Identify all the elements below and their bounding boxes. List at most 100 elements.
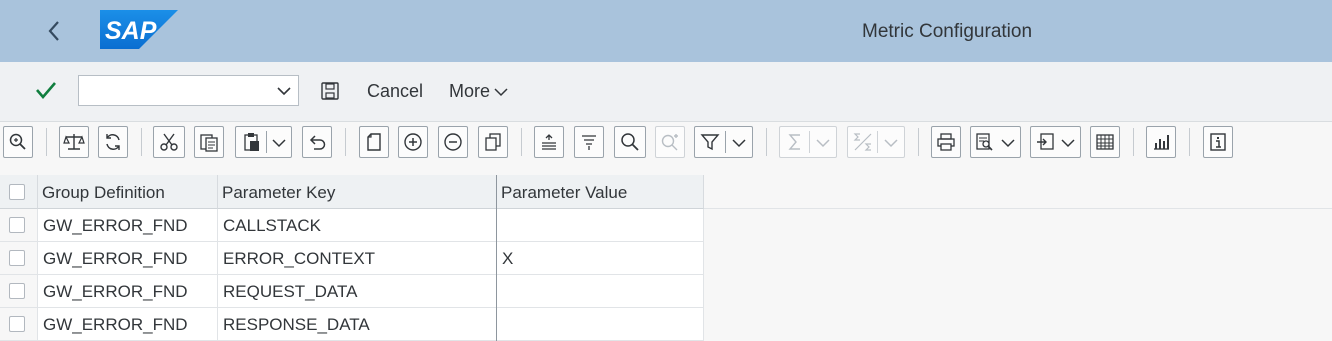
info-button[interactable] — [1203, 126, 1233, 158]
layout-icon — [1096, 134, 1114, 150]
sum-icon — [788, 134, 800, 150]
chevron-down-icon[interactable] — [276, 83, 292, 99]
refresh-icon — [106, 134, 120, 150]
insert-row-icon — [404, 133, 422, 151]
zoom-icon — [9, 133, 26, 150]
filter-icon — [700, 134, 720, 151]
undo-icon — [309, 135, 326, 150]
find-next-button[interactable] — [655, 126, 685, 158]
table-cell-group[interactable]: GW_ERROR_FND — [38, 242, 218, 275]
table-cell-value[interactable] — [497, 209, 704, 242]
sum-menu-button[interactable] — [779, 126, 837, 158]
toolbar-separator — [46, 128, 47, 156]
toolbar-separator — [918, 128, 919, 156]
copy-icon — [200, 134, 218, 152]
find-button[interactable] — [614, 126, 646, 158]
chevron-left-icon — [48, 21, 59, 41]
back-button[interactable] — [38, 14, 70, 48]
row-checkbox[interactable] — [9, 250, 25, 266]
print-icon — [937, 133, 955, 151]
find-icon — [621, 133, 639, 151]
filter-menu-button[interactable] — [694, 126, 753, 158]
page-title: Metric Configuration — [862, 21, 1033, 42]
toolbar-separator — [766, 128, 767, 156]
accept-button[interactable] — [35, 80, 57, 105]
chevron-down-icon — [272, 139, 286, 148]
cancel-button[interactable]: Cancel — [367, 81, 423, 102]
chevron-down-icon — [884, 139, 898, 148]
details-button[interactable] — [3, 126, 33, 158]
sort-descending-button[interactable] — [574, 126, 604, 158]
command-field[interactable] — [78, 75, 299, 106]
subtotal-icon — [853, 133, 872, 151]
table-cell-value[interactable] — [497, 308, 704, 341]
insert-row-button[interactable] — [398, 126, 428, 158]
sap-logo: SAP — [100, 10, 178, 49]
chart-icon — [1154, 135, 1169, 150]
check-entries-button[interactable] — [59, 126, 89, 158]
delete-row-icon — [444, 133, 462, 151]
column-header-parameter-key[interactable]: Parameter Key — [218, 175, 497, 209]
toolbar-separator — [1133, 128, 1134, 156]
table-cell-group[interactable]: GW_ERROR_FND — [38, 209, 218, 242]
balance-icon — [63, 134, 85, 150]
paste-icon — [244, 133, 259, 151]
column-header-parameter-value[interactable]: Parameter Value — [497, 175, 704, 209]
chevron-down-icon — [1061, 139, 1075, 148]
header-divider — [704, 208, 1332, 209]
save-icon — [321, 82, 339, 100]
print-preview-menu-button[interactable] — [970, 126, 1021, 158]
table-cell-key[interactable]: REQUEST_DATA — [218, 275, 497, 308]
save-button[interactable] — [319, 80, 341, 102]
column-divider — [496, 175, 497, 341]
new-icon — [367, 133, 381, 151]
subtotal-menu-button[interactable] — [847, 126, 905, 158]
select-all-checkbox[interactable] — [9, 184, 25, 200]
table-cell-group[interactable]: GW_ERROR_FND — [38, 275, 218, 308]
more-button[interactable]: More — [449, 81, 508, 102]
duplicate-row-button[interactable] — [478, 126, 508, 158]
row-checkbox[interactable] — [9, 283, 25, 299]
row-selector — [0, 308, 38, 341]
row-checkbox[interactable] — [9, 316, 25, 332]
chevron-down-icon — [1001, 139, 1015, 148]
row-selector — [0, 242, 38, 275]
table-cell-value[interactable] — [497, 275, 704, 308]
table-cell-key[interactable]: ERROR_CONTEXT — [218, 242, 497, 275]
new-entry-button[interactable] — [359, 126, 389, 158]
refresh-button[interactable] — [98, 126, 128, 158]
undo-button[interactable] — [302, 126, 332, 158]
table-cell-group[interactable]: GW_ERROR_FND — [38, 308, 218, 341]
duplicate-row-icon — [485, 133, 501, 151]
info-icon — [1210, 133, 1226, 151]
table-cell-value[interactable]: X — [497, 242, 704, 275]
check-icon — [36, 82, 56, 99]
toolbar-separator — [141, 128, 142, 156]
chart-button[interactable] — [1146, 126, 1176, 158]
layout-button[interactable] — [1090, 126, 1120, 158]
more-label: More — [449, 81, 491, 101]
table-cell-key[interactable]: CALLSTACK — [218, 209, 497, 242]
print-button[interactable] — [931, 126, 961, 158]
row-selector — [0, 275, 38, 308]
select-all-cell — [0, 175, 38, 209]
row-checkbox[interactable] — [9, 217, 25, 233]
svg-text:SAP: SAP — [105, 17, 157, 45]
print-preview-icon — [976, 133, 993, 151]
cut-icon — [160, 133, 178, 151]
chevron-down-icon — [494, 87, 508, 96]
copy-button[interactable] — [194, 126, 224, 158]
cut-button[interactable] — [153, 126, 185, 158]
find-next-icon — [661, 134, 678, 151]
delete-row-button[interactable] — [438, 126, 468, 158]
sort-ascending-button[interactable] — [534, 126, 564, 158]
export-menu-button[interactable] — [1030, 126, 1081, 158]
chevron-down-icon — [816, 139, 830, 148]
shell-bar — [0, 0, 1332, 62]
toolbar-separator — [345, 128, 346, 156]
paste-menu-button[interactable] — [235, 126, 292, 158]
column-header-group-definition[interactable]: Group Definition — [38, 175, 218, 209]
sort-ascending-icon — [542, 134, 556, 150]
table-cell-key[interactable]: RESPONSE_DATA — [218, 308, 497, 341]
export-icon — [1037, 133, 1054, 150]
